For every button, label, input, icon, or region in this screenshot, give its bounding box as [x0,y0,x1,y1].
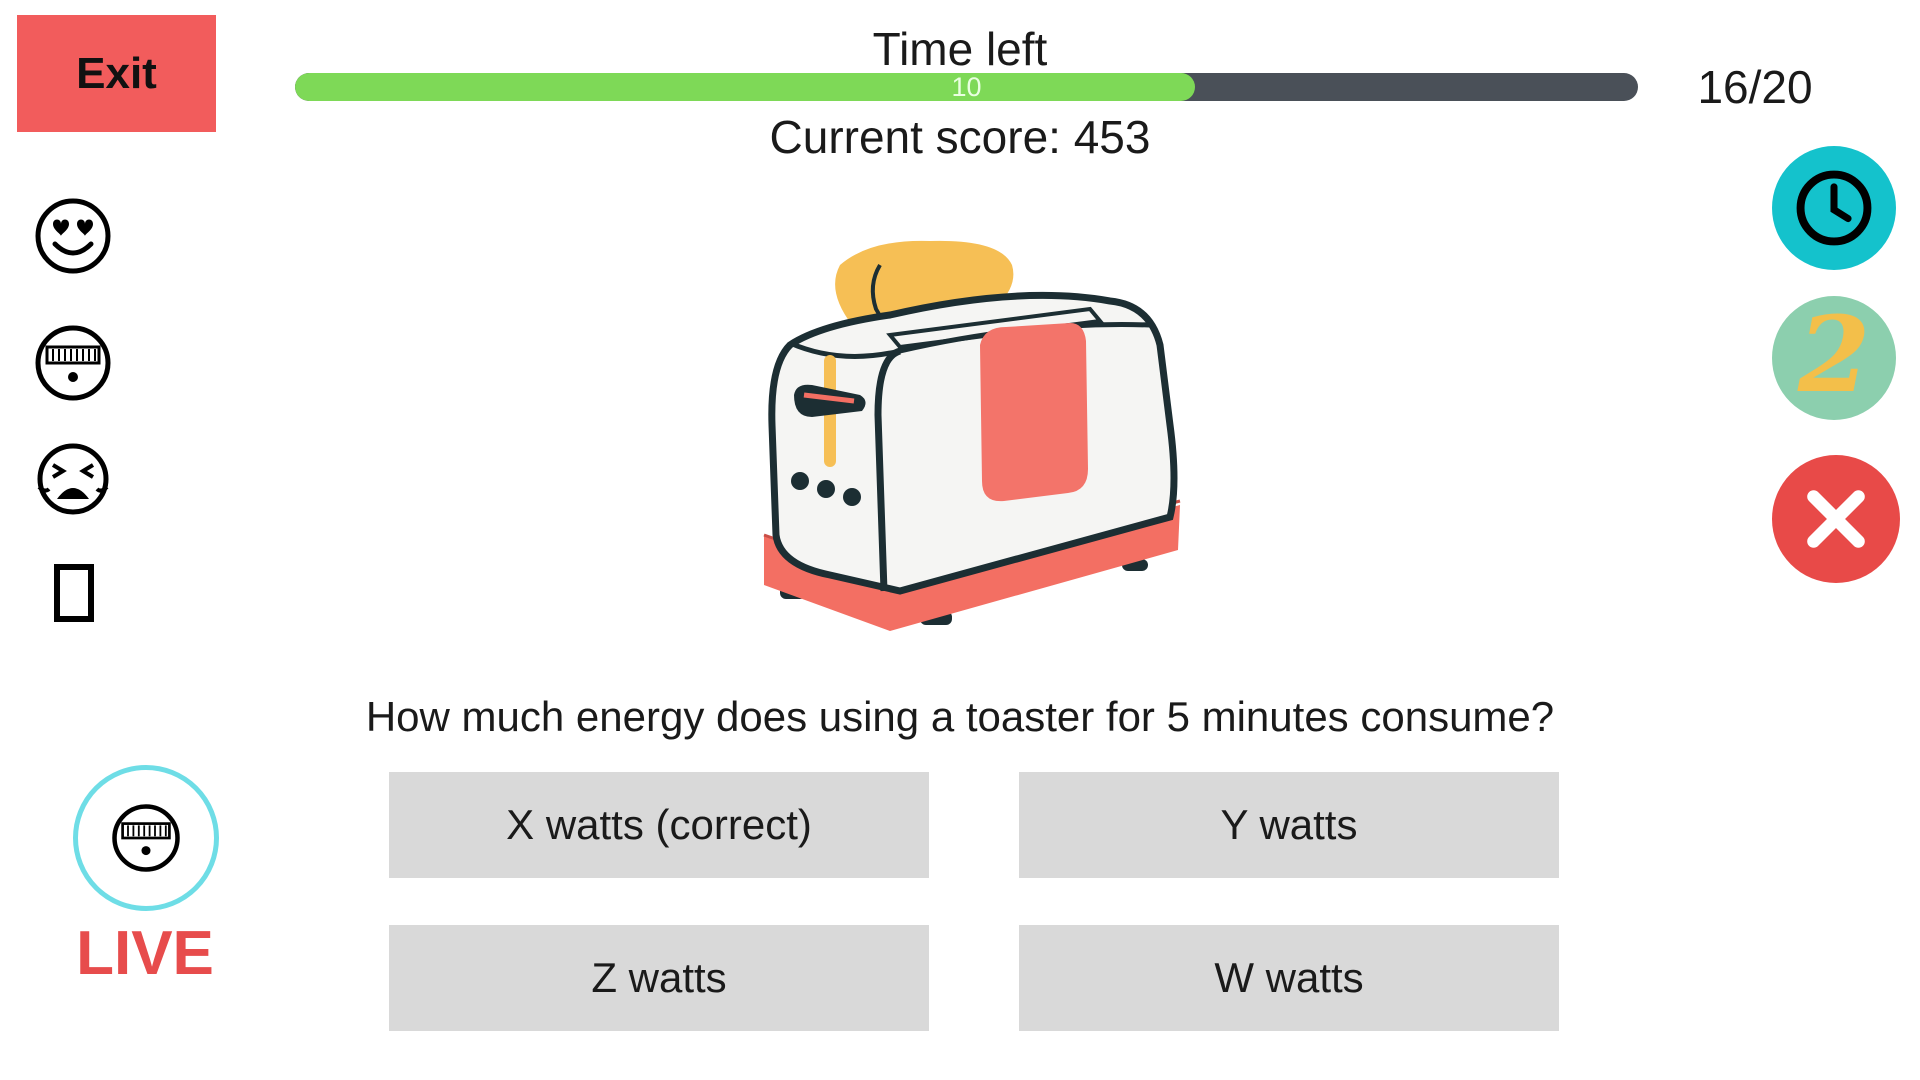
powerup-extra-time[interactable] [1772,146,1896,270]
timer-title: Time left [872,23,1048,75]
question-counter: 16/20 [1697,61,1813,113]
heart-eyes-face-icon [35,198,111,274]
question-text: How much energy does using a toaster for… [365,693,1555,740]
clock-icon [1796,170,1872,246]
timer-value: 10 [951,73,982,101]
answer-option-4[interactable]: W watts [1019,925,1559,1031]
reaction-bandaged[interactable] [33,323,113,403]
close-icon [1807,490,1865,548]
reaction-heart-eyes[interactable] [33,196,113,276]
double-points-icon: 2 [1797,293,1871,416]
answer-option-1[interactable]: X watts (correct) [389,772,929,878]
answer-option-2[interactable]: Y watts [1019,772,1559,878]
crying-face-icon [37,443,109,515]
blank-box-icon [54,564,94,622]
reaction-crying[interactable] [33,437,113,517]
powerup-remove-answer[interactable] [1772,455,1900,583]
live-label: LIVE [76,919,214,988]
powerup-double-points[interactable]: 2 [1772,296,1896,420]
timer-bar: 10 [295,73,1638,101]
toaster-illustration [763,240,1181,631]
bandaged-face-icon [112,804,180,872]
answer-option-3[interactable]: Z watts [389,925,929,1031]
bandaged-face-icon [35,325,111,401]
current-score: Current score: 453 [769,111,1151,163]
reaction-empty[interactable] [33,555,113,635]
live-avatar[interactable] [73,765,219,911]
